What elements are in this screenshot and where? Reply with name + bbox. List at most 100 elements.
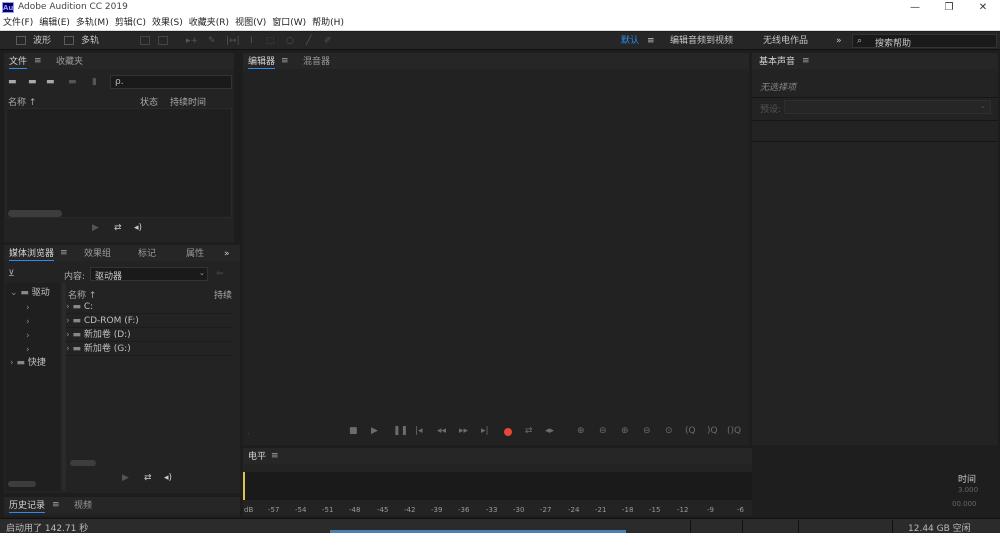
menu-multitrack[interactable]: 多轨(M): [73, 16, 112, 30]
workspace-menu-icon[interactable]: ≡: [647, 35, 655, 47]
import-file-icon[interactable]: ▬: [28, 77, 37, 87]
tree-item-shortcuts[interactable]: › ▬ 快捷: [10, 357, 46, 370]
new-file-icon[interactable]: ▬: [46, 77, 55, 87]
menu-clip[interactable]: 剪辑(C): [112, 16, 149, 30]
files-scrollbar[interactable]: [8, 210, 62, 217]
spot-heal-icon[interactable]: ✐: [324, 35, 332, 47]
list-item[interactable]: › ▬ 新加卷 (G:): [66, 343, 232, 356]
tab-mixer[interactable]: 混音器: [303, 56, 330, 68]
tab-markers[interactable]: 标记: [138, 248, 156, 260]
marquee-icon[interactable]: ⬚: [266, 35, 275, 47]
tab-files[interactable]: 文件: [9, 56, 28, 69]
column-name[interactable]: 名称 ↑: [8, 95, 36, 108]
tab-favorites[interactable]: 收藏夹: [56, 56, 83, 68]
tree-expand-icon[interactable]: ›: [26, 303, 30, 313]
more-workspaces-icon[interactable]: »: [836, 35, 842, 47]
back-icon[interactable]: ⇦: [216, 269, 224, 279]
list-item[interactable]: › ▬ C:: [66, 301, 232, 314]
tab-effects-rack[interactable]: 效果组: [84, 248, 111, 260]
open-file-icon[interactable]: ▬: [8, 77, 17, 87]
zoom-out-amplitude-icon[interactable]: ⊖: [599, 426, 607, 436]
column-status[interactable]: 状态: [140, 95, 158, 108]
zoom-out-time-icon[interactable]: ⊖: [643, 426, 651, 436]
stop-icon[interactable]: ■: [349, 426, 358, 436]
multitrack-button[interactable]: 多轨: [81, 35, 99, 47]
menu-edit[interactable]: 编辑(E): [36, 16, 73, 30]
minimize-button[interactable]: —: [898, 0, 932, 16]
menu-effects[interactable]: 效果(S): [149, 16, 186, 30]
zoom-selection-icon[interactable]: ()Q: [727, 426, 741, 436]
tree-expand-icon[interactable]: ›: [26, 331, 30, 341]
media-column-name[interactable]: 名称 ↑: [68, 288, 96, 301]
tab-media-browser[interactable]: 媒体浏览器: [9, 248, 55, 261]
panel-menu-icon[interactable]: ≡: [281, 56, 289, 66]
workspace-edit-audio-to-video[interactable]: 编辑音频到视频: [670, 35, 733, 47]
lasso-icon[interactable]: ○: [286, 35, 294, 47]
tab-levels[interactable]: 电平: [248, 451, 266, 463]
zoom-in-time-icon[interactable]: ⊕: [621, 426, 629, 436]
preset-select[interactable]: ⌄: [784, 100, 991, 114]
play-preview-icon[interactable]: ▶: [122, 473, 129, 483]
content-select[interactable]: 驱动器 ⌄: [90, 267, 208, 282]
play-preview-icon[interactable]: ▶: [92, 223, 99, 233]
panel-menu-icon[interactable]: ≡: [60, 248, 68, 258]
rewind-start-icon[interactable]: |◂: [415, 426, 423, 436]
files-search-input[interactable]: ρ.: [110, 75, 232, 89]
panel-menu-icon[interactable]: ≡: [802, 56, 810, 66]
tree-expand-icon[interactable]: ›: [26, 345, 30, 355]
brush-icon[interactable]: ╱: [306, 35, 311, 47]
waveform-button[interactable]: 波形: [33, 35, 51, 47]
media-scrollbar[interactable]: [70, 460, 96, 466]
autoplay-icon[interactable]: ◂): [164, 473, 172, 483]
panel-menu-icon[interactable]: ≡: [52, 500, 60, 510]
tree-item-drives[interactable]: ⌄ ▬ 驱动: [10, 287, 50, 300]
menu-file[interactable]: 文件(F): [0, 16, 36, 30]
forward-icon[interactable]: ▸▸: [459, 426, 468, 436]
pitch-icon[interactable]: [158, 36, 168, 45]
zoom-in-amplitude-icon[interactable]: ⊕: [577, 426, 585, 436]
skip-icon[interactable]: ◂▸: [545, 426, 554, 436]
rewind-icon[interactable]: ◂◂: [437, 426, 446, 436]
autoplay-icon[interactable]: ◂): [134, 223, 142, 233]
tab-history[interactable]: 历史记录: [9, 500, 46, 513]
pause-icon[interactable]: ❚❚: [393, 426, 408, 436]
more-tabs-icon[interactable]: »: [224, 248, 230, 260]
tree-scrollbar[interactable]: [8, 481, 36, 487]
loop-icon[interactable]: ⇄: [525, 426, 533, 436]
column-duration[interactable]: 持续时间: [170, 95, 206, 108]
files-list[interactable]: [6, 108, 232, 218]
menu-window[interactable]: 窗口(W): [269, 16, 309, 30]
zoom-out-point-icon[interactable]: )Q: [707, 426, 718, 436]
tab-essential-sound[interactable]: 基本声音: [759, 56, 795, 68]
workspace-default[interactable]: 默认: [621, 35, 639, 47]
record-icon[interactable]: [504, 428, 512, 436]
panel-menu-icon[interactable]: ≡: [271, 451, 279, 461]
media-column-duration[interactable]: 持续: [214, 288, 232, 301]
panel-menu-icon[interactable]: ≡: [34, 56, 42, 66]
search-help-input[interactable]: ⌕ 搜索帮助: [852, 34, 997, 49]
spectral-icon[interactable]: [140, 36, 150, 45]
tab-video[interactable]: 视频: [74, 500, 92, 512]
loop-preview-icon[interactable]: ⇄: [114, 223, 122, 233]
menu-favorites[interactable]: 收藏夹(R): [186, 16, 232, 30]
tree-expand-icon[interactable]: ›: [26, 317, 30, 327]
menu-help[interactable]: 帮助(H): [309, 16, 347, 30]
list-item[interactable]: › ▬ 新加卷 (D:): [66, 329, 232, 342]
tab-properties[interactable]: 属性: [186, 248, 204, 260]
zoom-full-icon[interactable]: ⊙: [665, 426, 673, 436]
maximize-button[interactable]: ❐: [932, 0, 966, 16]
slip-tool-icon[interactable]: |↔|: [226, 35, 240, 47]
close-button[interactable]: ✕: [966, 0, 1000, 16]
forward-end-icon[interactable]: ▸|: [481, 426, 489, 436]
time-select-icon[interactable]: I: [250, 35, 253, 47]
drive-icon[interactable]: ⊻: [8, 269, 15, 279]
list-item[interactable]: › ▬ CD-ROM (F:): [66, 315, 232, 328]
zoom-in-point-icon[interactable]: (Q: [685, 426, 696, 436]
razor-tool-icon[interactable]: ✎: [208, 35, 216, 47]
loop-preview-icon[interactable]: ⇄: [144, 473, 152, 483]
play-icon[interactable]: ▶: [371, 426, 378, 436]
insert-icon[interactable]: ▬: [68, 77, 77, 87]
tab-editor[interactable]: 编辑器: [248, 56, 276, 69]
menu-view[interactable]: 视图(V): [232, 16, 269, 30]
workspace-radio-production[interactable]: 无线电作品: [763, 35, 808, 47]
